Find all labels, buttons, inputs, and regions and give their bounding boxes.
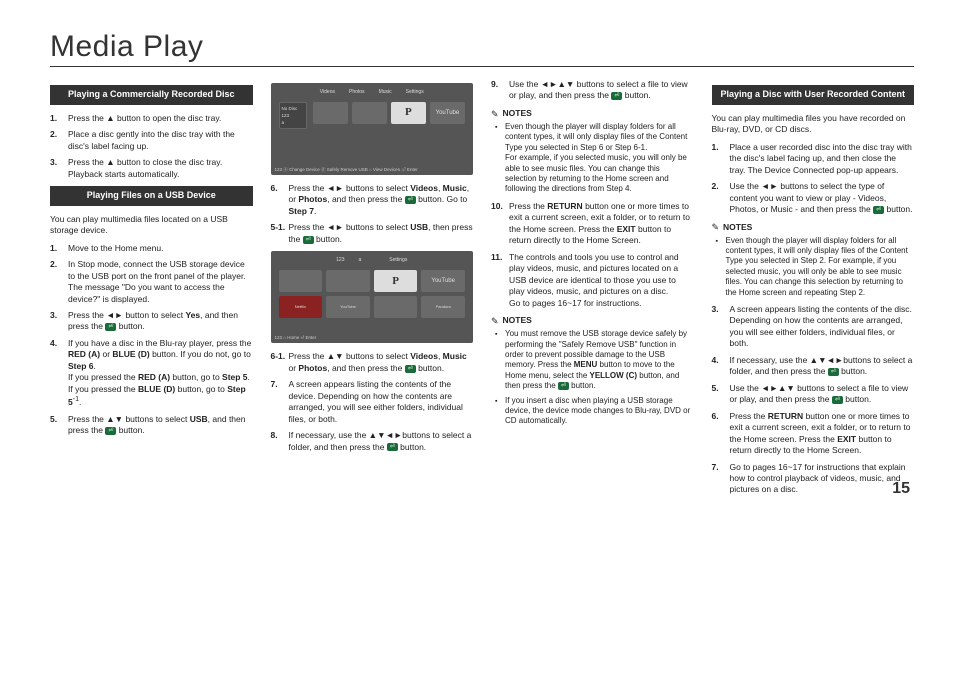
- ss2-tile-label: Pandora: [421, 296, 465, 318]
- enter-icon: ⏎: [873, 206, 884, 214]
- header-usb-files: Playing Files on a USB Device: [50, 186, 253, 206]
- ss2-tab: Settings: [389, 257, 407, 264]
- instruction-step: 5.Use the ◄►▲▼ buttons to select a file …: [712, 383, 915, 406]
- instruction-step: 2.In Stop mode, connect the USB storage …: [50, 259, 253, 305]
- ss2-tile: [326, 270, 370, 292]
- user-recorded-intro: You can play multimedia files you have r…: [712, 113, 915, 136]
- usb-intro: You can play multimedia files located on…: [50, 214, 253, 237]
- ss1-side-item: 123: [282, 112, 304, 119]
- note-item: Even though the player will display fold…: [505, 122, 694, 195]
- instruction-step: 6-1.Press the ▲▼ buttons to select Video…: [271, 351, 474, 374]
- instruction-step: 10.Press the RETURN button one or more t…: [491, 201, 694, 247]
- instruction-step: 7.Go to pages 16~17 for instructions tha…: [712, 462, 915, 496]
- ss1-tab: Videos: [320, 89, 335, 96]
- instruction-step: 9.Use the ◄►▲▼ buttons to select a file …: [491, 79, 694, 102]
- column-1: Playing a Commercially Recorded Disc 1.P…: [50, 79, 253, 502]
- ss2-tab: 123: [336, 257, 344, 264]
- ss1-app-tile-pandora: P: [391, 102, 426, 124]
- ui-screenshot-2: 123 a Settings P YouTube Netflix YouTube: [271, 251, 474, 343]
- instruction-step: 11.The controls and tools you use to con…: [491, 252, 694, 309]
- instruction-step: 6.Press the RETURN button one or more ti…: [712, 411, 915, 457]
- column-3: 9.Use the ◄►▲▼ buttons to select a file …: [491, 79, 694, 502]
- notes-label: NOTES: [723, 222, 752, 233]
- enter-icon: ⏎: [558, 382, 569, 390]
- instruction-step: 5.Press the ▲▼ buttons to select USB, an…: [50, 414, 253, 437]
- ss2-tile-pandora: P: [374, 270, 418, 292]
- header-commercial-disc: Playing a Commercially Recorded Disc: [50, 85, 253, 105]
- ss2-tile-label: YouTube: [326, 296, 370, 318]
- ss1-app-tile: [352, 102, 387, 124]
- instruction-step: 3.Press the ◄► button to select Yes, and…: [50, 310, 253, 333]
- instruction-step: 1.Press the ▲ button to open the disc tr…: [50, 113, 253, 124]
- ss1-tab: Photos: [349, 89, 365, 96]
- instruction-step: 5-1.Press the ◄► buttons to select USB, …: [271, 222, 474, 245]
- page-title: Media Play: [50, 30, 914, 67]
- note-item: If you insert a disc when playing a USB …: [505, 396, 694, 427]
- page-number: 15: [892, 480, 910, 498]
- enter-icon: ⏎: [611, 92, 622, 100]
- ss1-app-tile: [313, 102, 348, 124]
- notes-label: NOTES: [503, 315, 532, 326]
- notes-label: NOTES: [503, 108, 532, 119]
- ss2-tile: [374, 296, 418, 318]
- instruction-step: 1.Place a user recorded disc into the di…: [712, 142, 915, 176]
- ui-screenshot-1: Videos Photos Music Settings No Disc 123…: [271, 83, 474, 175]
- enter-icon: ⏎: [105, 323, 116, 331]
- ss2-tab: a: [358, 257, 361, 264]
- instruction-step: 3.Press the ▲ button to close the disc t…: [50, 157, 253, 180]
- column-4: Playing a Disc with User Recorded Conten…: [712, 79, 915, 502]
- ss2-tile: [279, 270, 323, 292]
- instruction-step: 1.Move to the Home menu.: [50, 243, 253, 254]
- note-item: Even though the player will display fold…: [726, 236, 915, 298]
- instruction-step: 2.Use the ◄► buttons to select the type …: [712, 181, 915, 215]
- enter-icon: ⏎: [387, 443, 398, 451]
- instruction-step: 4.If you have a disc in the Blu-ray play…: [50, 338, 253, 409]
- pencil-icon: ✎: [712, 221, 720, 233]
- enter-icon: ⏎: [105, 427, 116, 435]
- enter-icon: ⏎: [828, 368, 839, 376]
- instruction-step: 6.Press the ◄► buttons to select Videos,…: [271, 183, 474, 217]
- ss2-footer: 123 ⌂ Home ⏎ Enter: [275, 335, 470, 341]
- instruction-step: 2.Place a disc gently into the disc tray…: [50, 129, 253, 152]
- ss1-side-item: a: [282, 119, 304, 126]
- ss1-tab: Music: [379, 89, 392, 96]
- pencil-icon: ✎: [491, 315, 499, 327]
- ss1-footer: 123 ⓐ Change Device ⓓ Safely Remove USB …: [275, 167, 470, 173]
- instruction-step: 7.A screen appears listing the contents …: [271, 379, 474, 425]
- pencil-icon: ✎: [491, 108, 499, 120]
- ss2-tile-youtube: YouTube: [421, 270, 465, 292]
- note-item: You must remove the USB storage device s…: [505, 329, 694, 391]
- ss2-tile-netflix: Netflix: [279, 296, 323, 318]
- enter-icon: ⏎: [832, 396, 843, 404]
- header-user-recorded: Playing a Disc with User Recorded Conten…: [712, 85, 915, 105]
- instruction-step: 3.A screen appears listing the contents …: [712, 304, 915, 350]
- ss1-app-tile-youtube: YouTube: [430, 102, 465, 124]
- column-2: Videos Photos Music Settings No Disc 123…: [271, 79, 474, 502]
- ss1-tab: Settings: [406, 89, 424, 96]
- instruction-step: 8.If necessary, use the ▲▼◄►buttons to s…: [271, 430, 474, 453]
- enter-icon: ⏎: [303, 236, 314, 244]
- enter-icon: ⏎: [405, 196, 416, 204]
- ss1-side-item: No Disc: [282, 105, 304, 112]
- instruction-step: 4.If necessary, use the ▲▼◄►buttons to s…: [712, 355, 915, 378]
- enter-icon: ⏎: [405, 365, 416, 373]
